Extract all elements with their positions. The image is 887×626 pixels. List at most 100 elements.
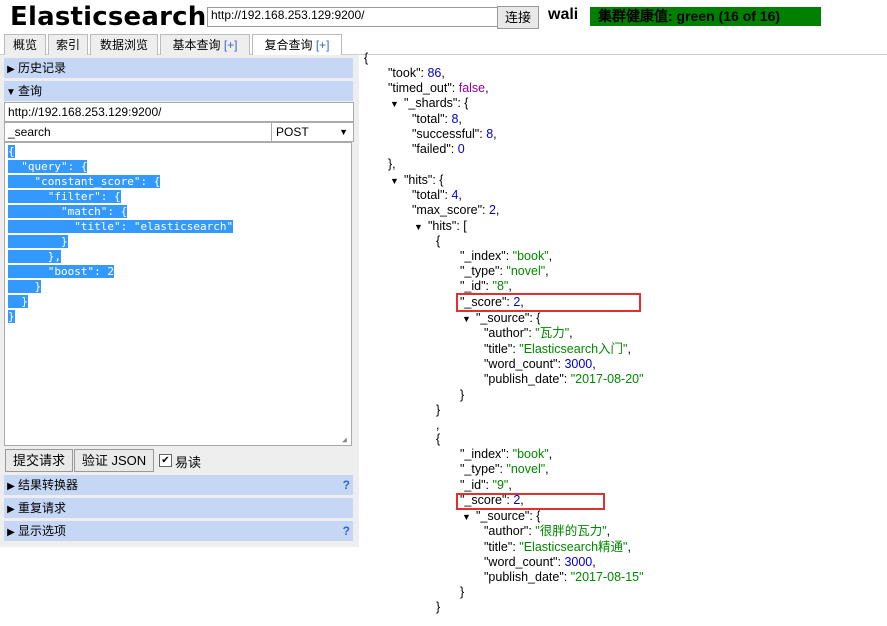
code-line: "filter": { [8, 190, 121, 203]
code-line: } [8, 235, 68, 248]
collapse-triangle-icon[interactable]: ▼ [414, 220, 428, 235]
tab-label: 数据浏览 [99, 38, 148, 52]
json-line: } [460, 585, 465, 599]
tab-plus[interactable]: [+] [316, 38, 330, 52]
json-line: "_id": "8", [460, 279, 512, 293]
json-line: "_type": "novel", [460, 462, 549, 476]
code-line: }, [8, 250, 61, 263]
json-line: } [460, 388, 465, 402]
json-line: "took": 86, [388, 66, 445, 80]
display-options-section[interactable]: ▶ 显示选项 ? [4, 521, 353, 541]
tab-plus[interactable]: [+] [224, 38, 238, 52]
json-line: "failed": 0 [412, 142, 465, 156]
code-line: } [8, 280, 42, 293]
json-line: "author": "瓦力", [484, 326, 573, 340]
collapsed-triangle-icon: ▶ [7, 527, 15, 538]
section-label: 查询 [18, 84, 43, 98]
code-line: } [8, 310, 15, 323]
method-value: POST [276, 125, 309, 139]
tab-label: 概览 [12, 38, 37, 52]
validate-json-button[interactable]: 验证 JSON [74, 449, 154, 472]
tab-overview[interactable]: 概览 [4, 34, 46, 55]
collapsed-triangle-icon: ▶ [7, 481, 15, 492]
json-line: "_index": "book", [460, 447, 553, 461]
checkmark-icon: ✔ [161, 455, 170, 466]
query-url-input[interactable]: http://192.168.253.129:9200/ [4, 102, 354, 122]
json-line: "_type": "novel", [460, 264, 549, 278]
json-line: "timed_out": false, [388, 81, 489, 95]
code-line: "title": "elasticsearch" [8, 220, 234, 233]
server-url-input[interactable]: http://192.168.253.129:9200/ [207, 7, 499, 27]
tab-label: 索引 [55, 38, 80, 52]
section-label: 结果转换器 [18, 478, 79, 492]
json-line: "publish_date": "2017-08-15" [484, 570, 644, 584]
json-line: { [436, 234, 441, 248]
tab-browser[interactable]: 数据浏览 [90, 34, 158, 55]
json-line[interactable]: ▼ "_source": { [462, 509, 540, 524]
method-select[interactable]: POST ▼ [271, 122, 354, 142]
json-line: "author": "很胖的瓦力", [484, 524, 611, 538]
json-line: { [436, 432, 441, 446]
score-highlight-box [456, 493, 605, 510]
app-logo: Elasticsearch [10, 2, 207, 32]
json-line: "max_score": 2, [412, 203, 500, 217]
json-line: { [364, 51, 369, 65]
history-section[interactable]: ▶ 历史记录 [4, 58, 353, 78]
json-line[interactable]: ▼ "hits": [ [414, 219, 467, 234]
help-icon[interactable]: ? [343, 521, 350, 541]
section-label: 重复请求 [18, 501, 67, 515]
json-line[interactable]: ▼ "hits": { [390, 173, 443, 188]
json-line: "total": 4, [412, 188, 462, 202]
collapse-triangle-icon[interactable]: ▼ [390, 174, 404, 189]
readable-checkbox[interactable]: ✔ [159, 454, 172, 467]
readable-label: 易读 [175, 455, 202, 470]
json-line: "total": 8, [412, 112, 462, 126]
code-line: "boost": 2 [8, 265, 114, 278]
chevron-down-icon: ▼ [339, 127, 348, 137]
code-line: "match": { [8, 205, 128, 218]
query-section[interactable]: ▼ 查询 [4, 81, 353, 101]
resize-grip-icon[interactable]: ◢ [342, 436, 350, 444]
query-path-input[interactable]: _search [4, 122, 273, 142]
section-label: 显示选项 [18, 524, 67, 538]
json-line: "successful": 8, [412, 127, 497, 141]
collapse-triangle-icon[interactable]: ▼ [390, 97, 404, 112]
cluster-name: wali [548, 6, 579, 23]
header: Elasticsearch http://192.168.253.129:920… [0, 0, 887, 34]
json-line: "word_count": 3000, [484, 555, 596, 569]
tab-label: 复合查询 [264, 38, 313, 52]
connect-button[interactable]: 连接 [497, 6, 539, 29]
repeat-section[interactable]: ▶ 重复请求 [4, 498, 353, 518]
collapse-triangle-icon[interactable]: ▼ [462, 312, 476, 327]
json-line: }, [388, 157, 396, 171]
code-line: "constant_score": { [8, 175, 161, 188]
tab-compound-query[interactable]: 复合查询 [+] [252, 34, 342, 56]
json-line: "title": "Elasticsearch入门", [484, 342, 631, 356]
json-line: "publish_date": "2017-08-20" [484, 372, 644, 386]
score-highlight-box [456, 293, 641, 312]
json-line: , [436, 418, 440, 432]
help-icon[interactable]: ? [343, 475, 350, 495]
tab-indices[interactable]: 索引 [48, 34, 88, 55]
section-label: 历史记录 [18, 61, 67, 75]
json-line[interactable]: ▼ "_shards": { [390, 96, 468, 111]
json-line: "_id": "9", [460, 478, 512, 492]
cluster-health-badge: 集群健康值: green (16 of 16) [590, 7, 821, 26]
json-line: } [436, 600, 441, 614]
json-line: } [436, 403, 441, 417]
collapsed-triangle-icon: ▶ [7, 504, 15, 515]
code-line: } [8, 295, 28, 308]
collapse-triangle-icon[interactable]: ▼ [462, 510, 476, 525]
request-body-editor[interactable]: { "query": { "constant_score": { "filter… [4, 142, 352, 446]
tab-label: 基本查询 [172, 38, 221, 52]
submit-request-button[interactable]: 提交请求 [5, 449, 73, 472]
json-line: "title": "Elasticsearch精通", [484, 540, 631, 554]
json-line: "word_count": 3000, [484, 357, 596, 371]
tab-bar: 概览 索引 数据浏览 基本查询 [+] 复合查询 [+] [0, 32, 887, 56]
code-line: { [8, 145, 15, 158]
json-line[interactable]: ▼ "_source": { [462, 311, 540, 326]
collapsed-triangle-icon: ▶ [7, 64, 15, 75]
transformer-section[interactable]: ▶ 结果转换器 ? [4, 475, 353, 495]
json-line: "_index": "book", [460, 249, 553, 263]
tab-basic-query[interactable]: 基本查询 [+] [160, 34, 250, 55]
